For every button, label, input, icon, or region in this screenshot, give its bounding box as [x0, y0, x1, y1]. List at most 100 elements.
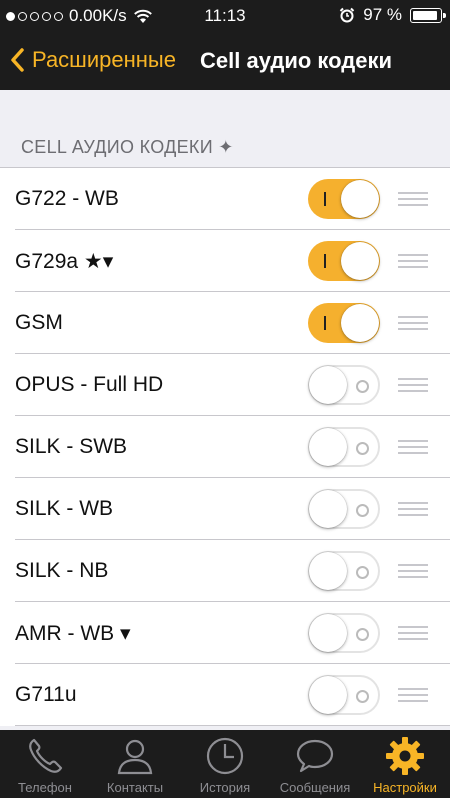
reorder-handle-icon[interactable]	[398, 502, 428, 516]
codec-row: GSM	[0, 292, 450, 354]
tab-clock[interactable]: История	[180, 730, 270, 798]
reorder-handle-line	[398, 328, 428, 330]
reorder-handle-line	[398, 204, 428, 206]
codec-label: G729a ★▾	[15, 249, 114, 273]
codec-toggle[interactable]	[308, 303, 380, 343]
reorder-handle-icon[interactable]	[398, 564, 428, 578]
codec-row: SILK - NB	[0, 540, 450, 602]
toggle-off-mark	[356, 690, 369, 703]
status-right: 97 %	[339, 5, 446, 25]
codec-label: AMR - WB ▾	[15, 621, 131, 645]
tab-label: История	[199, 780, 251, 795]
tab-label: Телефон	[18, 780, 72, 795]
battery-fill	[413, 10, 438, 20]
tab-contacts[interactable]: Контакты	[90, 730, 180, 798]
reorder-handle-icon[interactable]	[398, 440, 428, 454]
contacts-icon	[90, 736, 180, 780]
codec-label: SILK - NB	[15, 559, 109, 582]
reorder-handle-line	[398, 638, 428, 640]
reorder-handle-icon[interactable]	[398, 688, 428, 702]
reorder-handle-line	[398, 700, 428, 702]
codec-toggle[interactable]	[308, 489, 380, 529]
reorder-handle-line	[398, 452, 428, 454]
phone-icon	[0, 736, 90, 780]
codec-label: SILK - WB	[15, 497, 114, 520]
toggle-off-mark	[356, 504, 369, 517]
codec-label: SILK - SWB	[15, 435, 128, 458]
codec-toggle[interactable]	[308, 179, 380, 219]
codec-list: G722 - WB G729a ★▾ GSM OPUS - Full HD SILK -…	[0, 167, 450, 726]
reorder-handle-line	[398, 254, 428, 256]
reorder-handle-line	[398, 626, 428, 628]
reorder-handle-icon[interactable]	[398, 192, 428, 206]
gear-icon	[360, 736, 450, 780]
reorder-handle-line	[398, 316, 428, 318]
back-button-label: Расширенные	[32, 47, 176, 72]
tab-gear[interactable]: Настройки	[360, 730, 450, 798]
reorder-handle-line	[398, 378, 428, 380]
page-title: Cell аудио кодеки	[200, 48, 393, 73]
tab-bar: Телефон Контакты История Сообщения Настройки	[0, 730, 450, 798]
codec-row: SILK - WB	[0, 478, 450, 540]
codec-toggle[interactable]	[308, 241, 380, 281]
toggle-on-mark	[324, 192, 326, 206]
toggle-on-mark	[324, 316, 326, 330]
toggle-knob	[341, 242, 379, 280]
toggle-off-mark	[356, 566, 369, 579]
reorder-handle-line	[398, 632, 428, 634]
reorder-handle-line	[398, 570, 428, 572]
reorder-handle-icon[interactable]	[398, 626, 428, 640]
toggle-on-mark	[324, 254, 326, 268]
reorder-handle-line	[398, 446, 428, 448]
tab-phone[interactable]: Телефон	[0, 730, 90, 798]
reorder-handle-line	[398, 390, 428, 392]
toggle-knob	[309, 428, 347, 466]
tab-label: Контакты	[106, 780, 164, 795]
codec-row: G729a ★▾	[0, 230, 450, 292]
codec-label: G711u	[15, 683, 77, 706]
reorder-handle-icon[interactable]	[398, 378, 428, 392]
reorder-handle-line	[398, 688, 428, 690]
top-bar: 0.00K/s 11:13 97 % Расширенные Cell ауди…	[0, 0, 450, 90]
toggle-knob	[309, 552, 347, 590]
settings-content[interactable]: CELL АУДИО КОДЕКИ ✦ G722 - WB G729a ★▾ GSM…	[0, 90, 450, 730]
codec-label: OPUS - Full HD	[15, 373, 164, 396]
toggle-knob	[309, 490, 347, 528]
codec-toggle[interactable]	[308, 365, 380, 405]
reorder-handle-line	[398, 576, 428, 578]
codec-label: G722 - WB	[15, 187, 119, 210]
codec-toggle[interactable]	[308, 551, 380, 591]
codec-toggle[interactable]	[308, 675, 380, 715]
toggle-off-mark	[356, 628, 369, 641]
reorder-handle-line	[398, 508, 428, 510]
codec-label: GSM	[15, 311, 63, 334]
navigation-bar: Расширенные Cell аудио кодеки	[0, 40, 450, 84]
chevron-left-icon	[11, 48, 24, 72]
toggle-knob	[309, 366, 347, 404]
reorder-handle-line	[398, 322, 428, 324]
codec-toggle[interactable]	[308, 613, 380, 653]
toggle-off-mark	[356, 442, 369, 455]
toggle-off-mark	[356, 380, 369, 393]
battery-percent: 97 %	[363, 5, 402, 24]
codec-row: SILK - SWB	[0, 416, 450, 478]
reorder-handle-line	[398, 564, 428, 566]
back-button[interactable]: Расширенные	[10, 47, 176, 73]
reorder-handle-line	[398, 192, 428, 194]
reorder-handle-icon[interactable]	[398, 254, 428, 268]
battery-icon	[410, 7, 446, 23]
codec-row: G711u	[0, 664, 450, 726]
codec-row: OPUS - Full HD	[0, 354, 450, 416]
tab-label: Сообщения	[279, 780, 351, 795]
reorder-handle-line	[398, 260, 428, 262]
reorder-handle-line	[398, 198, 428, 200]
reorder-handle-line	[398, 440, 428, 442]
clock-icon	[180, 736, 270, 780]
reorder-handle-line	[398, 514, 428, 516]
reorder-handle-line	[398, 266, 428, 268]
codec-toggle[interactable]	[308, 427, 380, 467]
reorder-handle-icon[interactable]	[398, 316, 428, 330]
tab-message[interactable]: Сообщения	[270, 730, 360, 798]
codec-row: AMR - WB ▾	[0, 602, 450, 664]
alarm-clock-icon	[340, 7, 355, 23]
